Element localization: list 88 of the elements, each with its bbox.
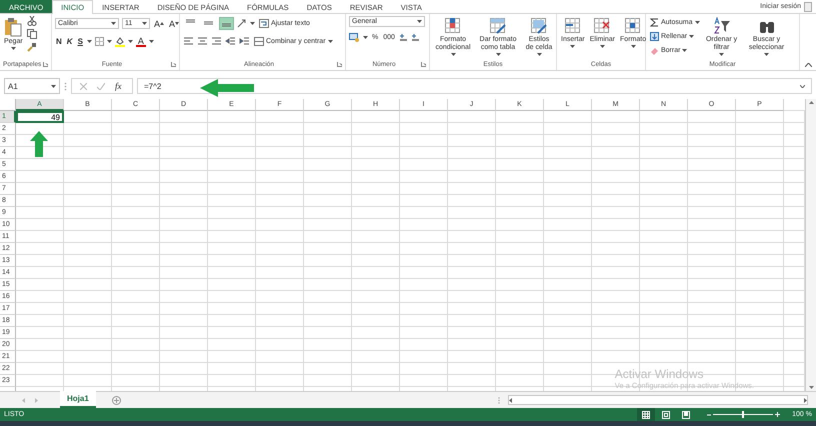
scroll-left-icon[interactable] — [509, 398, 512, 402]
conditional-format-icon — [444, 17, 462, 35]
expand-icon[interactable] — [800, 84, 805, 88]
normal-view-icon — [642, 410, 650, 418]
increase-font-button[interactable]: A — [153, 17, 166, 30]
sheet-tab[interactable]: Hoja1 — [60, 391, 96, 408]
horizontal-scrollbar[interactable] — [508, 395, 808, 405]
caret-icon — [600, 45, 605, 48]
font-color-button[interactable]: A — [136, 36, 146, 47]
scroll-right-icon[interactable] — [804, 398, 807, 402]
dialog-launcher-icon[interactable] — [171, 62, 176, 67]
caret-icon — [160, 22, 164, 25]
caret-icon — [630, 45, 636, 48]
page-layout-icon — [662, 410, 670, 418]
caret-icon — [128, 40, 133, 43]
caret-icon — [417, 20, 422, 23]
eraser-icon — [650, 46, 659, 55]
zoom-out-icon[interactable] — [707, 412, 712, 416]
add-sheet-icon[interactable] — [112, 396, 121, 404]
underline-button[interactable]: S — [76, 35, 84, 48]
italic-button[interactable]: K — [66, 35, 74, 48]
caret-icon — [250, 22, 255, 25]
wrap-text-icon — [259, 19, 269, 28]
scroll-down-icon[interactable] — [808, 386, 814, 389]
caret-icon — [363, 36, 368, 39]
format-cells-icon — [624, 17, 642, 35]
text-orientation-icon[interactable] — [237, 19, 247, 28]
caret-icon — [148, 40, 154, 43]
currency-icon[interactable] — [349, 33, 360, 42]
decrease-decimal-icon[interactable] — [410, 33, 420, 42]
page-break-icon — [682, 410, 690, 418]
view-button[interactable] — [637, 408, 656, 421]
caret-icon — [694, 21, 700, 24]
insert-function-button[interactable]: fx — [115, 81, 122, 91]
caret-icon — [450, 53, 456, 56]
caret-icon — [536, 53, 542, 56]
dialog-launcher-icon[interactable] — [43, 62, 48, 67]
caret-icon — [570, 45, 576, 48]
cell-styles-icon — [530, 17, 548, 35]
caret-icon — [682, 49, 688, 52]
arrow-drawing — [30, 131, 48, 157]
copy-icon[interactable] — [26, 29, 37, 39]
align-text-icon[interactable] — [211, 37, 222, 46]
table-brush-icon — [489, 17, 507, 35]
borders-icon[interactable] — [94, 37, 104, 46]
caret-icon — [142, 22, 147, 25]
caret-icon — [719, 53, 724, 56]
fill-color-icon[interactable] — [114, 36, 125, 46]
fill-down-icon — [650, 32, 659, 41]
zoom-slider-thumb[interactable] — [742, 411, 744, 418]
caret-icon — [111, 22, 116, 25]
paintbrush-icon[interactable] — [26, 42, 37, 52]
bold-button[interactable]: N — [55, 35, 63, 48]
clipboard-icon — [4, 17, 22, 37]
arrow-drawing — [200, 79, 254, 97]
align-text-icon[interactable] — [197, 37, 208, 46]
collapse-ribbon-icon[interactable] — [805, 63, 812, 67]
decrease-font-button[interactable]: A — [168, 17, 180, 30]
grip-icon — [64, 82, 67, 90]
zoom-in-icon[interactable] — [775, 412, 780, 417]
caret-icon — [10, 47, 16, 50]
name-box[interactable]: A1 — [4, 78, 60, 94]
caret-icon — [764, 53, 770, 56]
formula-field[interactable]: =7^2 — [137, 78, 812, 94]
caret-icon — [51, 84, 56, 88]
check-icon[interactable] — [97, 82, 105, 90]
delete-cells-icon — [593, 17, 612, 35]
caret-icon — [175, 22, 180, 25]
scissors-icon[interactable] — [26, 16, 37, 26]
table-cell: 49 — [16, 111, 64, 123]
increase-decimal-icon[interactable] — [398, 33, 408, 42]
insert-cells-icon — [564, 17, 582, 35]
vertical-align-button[interactable] — [219, 17, 234, 30]
sum-icon — [650, 18, 659, 27]
caret-icon — [86, 40, 92, 43]
caret-icon — [328, 40, 333, 43]
merge-cells-icon — [254, 37, 264, 46]
sort-filter-icon — [712, 17, 731, 35]
caret-icon — [106, 40, 112, 43]
increase-indent-icon[interactable] — [239, 37, 250, 46]
caret-icon — [689, 35, 694, 38]
dialog-launcher-icon[interactable] — [421, 62, 426, 67]
decrease-indent-icon[interactable] — [225, 37, 236, 46]
align-text-icon[interactable] — [183, 37, 194, 46]
caret-icon — [496, 53, 500, 56]
dialog-launcher-icon[interactable] — [337, 62, 342, 67]
activation-title: Activar Windows — [614, 367, 704, 381]
scroll-up-icon[interactable] — [808, 101, 814, 104]
